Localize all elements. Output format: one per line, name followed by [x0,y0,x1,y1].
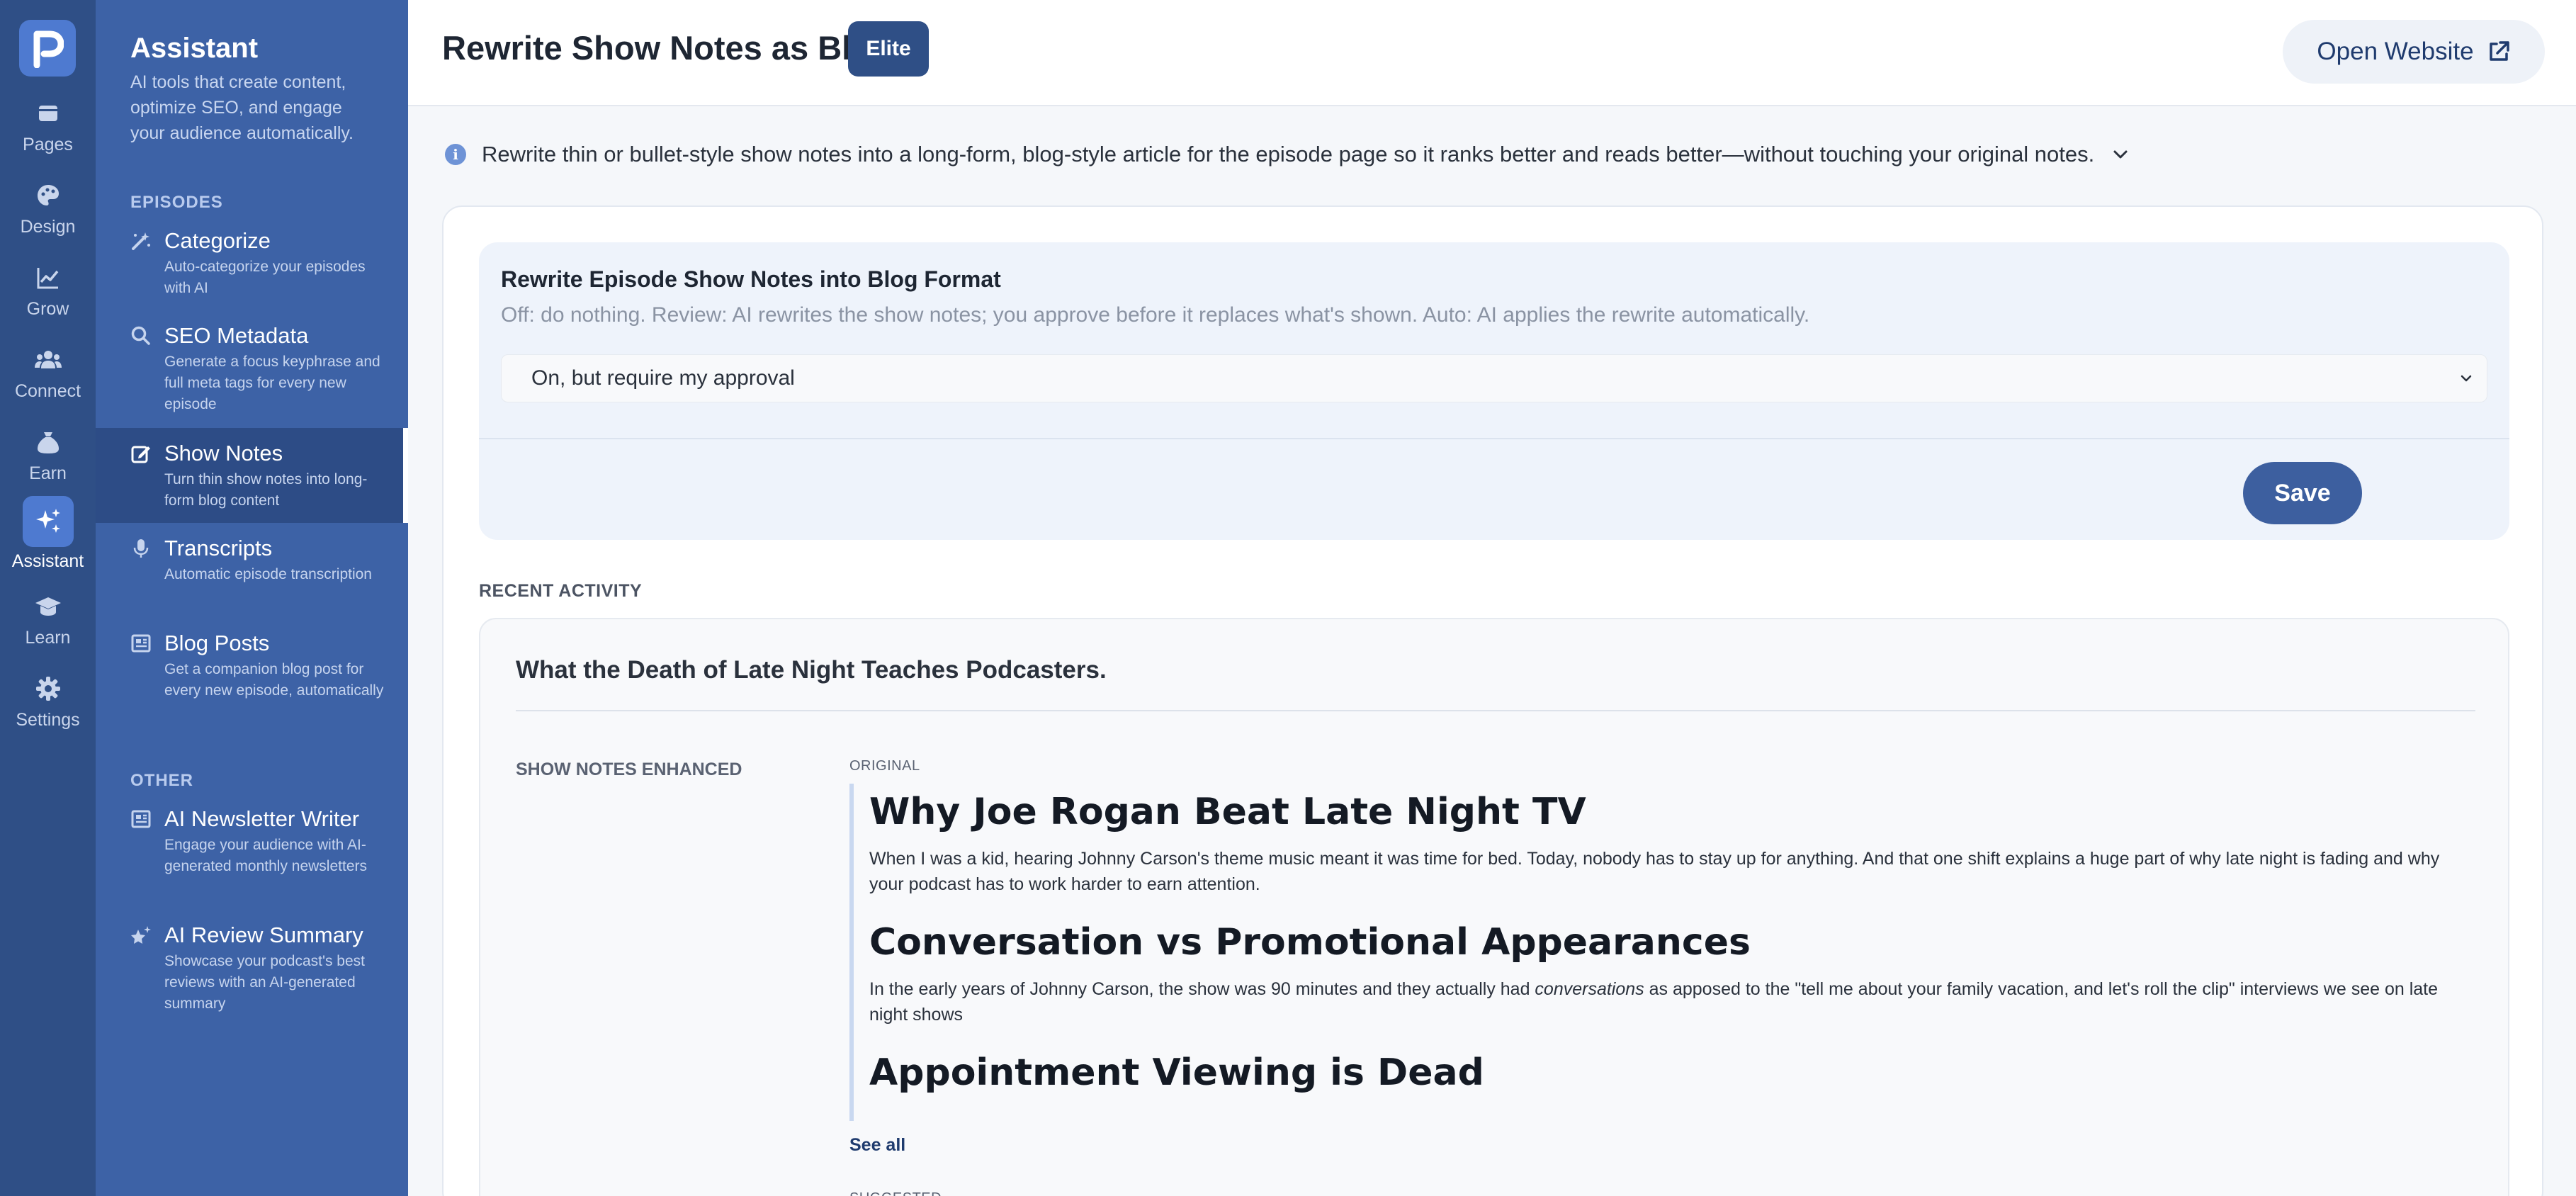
rail-label-assistant: Assistant [11,551,84,571]
rail-label-connect: Connect [14,381,81,401]
save-button[interactable]: Save [2243,462,2362,524]
rail-item-settings[interactable]: Settings [0,675,96,730]
rewrite-setting-panel: Rewrite Episode Show Notes into Blog For… [479,242,2509,540]
sidebar-item-name: Blog Posts [164,631,270,655]
sidebar-title: Assistant [130,33,259,64]
episode-title: What the Death of Late Night Teaches Pod… [516,656,1107,684]
gear-icon [35,677,60,701]
sidebar-item-sub: Generate a focus keyphrase and full meta… [164,354,380,412]
sidebar-item-name: Categorize [164,228,271,253]
original-heading-3: Appointment Viewing is Dead [869,1051,1484,1094]
rail-label-earn: Earn [29,463,67,483]
edit-icon [131,446,150,463]
sidebar-item-ai-review-summary[interactable]: AI Review Summary Showcase your podcast'… [96,921,408,1020]
sidebar-description: AI tools that create content, optimize S… [130,72,354,143]
section-heading-other: OTHER [130,771,193,790]
page-title: Rewrite Show Notes as Blog [442,29,892,67]
rewrite-mode-select[interactable]: On, but require my approval [501,354,2487,402]
sidebar-item-name: SEO Metadata [164,323,309,348]
sidebar-item-transcripts[interactable]: Transcripts Automatic episode transcript… [96,534,408,614]
newsletter-icon [131,810,151,828]
sidebar-item-sub: Turn thin show notes into long-form blog… [164,471,368,509]
chevron-down-icon[interactable] [2110,144,2131,165]
rail-item-earn[interactable]: Earn [0,428,96,484]
sidebar-item-name: AI Review Summary [164,923,363,947]
rail-label-grow: Grow [26,299,69,319]
activity-type-label: SHOW NOTES ENHANCED [516,760,742,779]
sidebar-item-blog-posts[interactable]: Blog Posts Get a companion blog post for… [96,629,408,728]
rail-item-learn[interactable]: Learn [0,592,96,648]
sidebar-item-sub: Get a companion blog post for every new … [164,661,384,699]
rewrite-mode-selected: On, but require my approval [531,366,795,390]
main-card: Rewrite Episode Show Notes into Blog For… [442,205,2543,1196]
recent-activity-label: RECENT ACTIVITY [479,581,643,601]
setting-description: Off: do nothing. Review: AI rewrites the… [501,303,1810,327]
sidebar-item-sub: Automatic episode transcription [164,566,372,582]
rail-item-assistant[interactable]: Assistant [0,496,96,572]
sidebar-item-sub: Showcase your podcast's best reviews wit… [164,953,365,1012]
setting-title: Rewrite Episode Show Notes into Blog For… [501,266,1001,292]
microphone-icon [133,539,149,558]
rail-item-connect[interactable]: Connect [0,346,96,402]
rail-item-design[interactable]: Design [0,181,96,237]
sidebar-item-name: Show Notes [164,441,283,466]
external-link-icon [2489,41,2509,61]
sidebar-item-sub: Engage your audience with AI-generated m… [164,837,367,874]
original-paragraph-1: When I was a kid, hearing Johnny Carson'… [869,849,2440,894]
users-icon [34,351,62,368]
open-website-button[interactable]: Open Website [2283,20,2545,84]
section-heading-episodes: EPISODES [130,193,223,212]
original-label: ORIGINAL [849,758,920,774]
assistant-sidebar: Assistant AI tools that create content, … [96,0,408,1196]
suggested-label: SUGGESTED [849,1190,942,1196]
rail-label-design: Design [20,217,76,237]
sidebar-item-sub: Auto-categorize your episodes with AI [164,259,366,296]
original-heading-1: Why Joe Rogan Beat Late Night TV [869,791,1586,833]
chevron-down-icon [2461,375,2472,382]
sidebar-item-seo-metadata[interactable]: SEO Metadata Generate a focus keyphrase … [96,322,408,421]
sidebar-item-show-notes[interactable]: Show Notes Turn thin show notes into lon… [96,428,408,523]
sidebar-item-name: AI Newsletter Writer [164,806,360,831]
activity-divider [516,710,2475,711]
palette-icon [37,185,59,205]
setting-divider [479,438,2509,439]
rail-item-grow[interactable]: Grow [0,264,96,320]
original-paragraph-2: In the early years of Johnny Carson, the… [869,976,2458,1027]
see-all-link[interactable]: See all [849,1135,905,1156]
sidebar-item-ai-newsletter-writer[interactable]: AI Newsletter Writer Engage your audienc… [96,805,408,904]
original-show-notes: Why Joe Rogan Beat Late Night TV When I … [849,784,2458,1121]
info-banner: i Rewrite thin or bullet-style show note… [445,142,2131,167]
info-text: Rewrite thin or bullet-style show notes … [482,142,2095,167]
sparkles-icon [35,509,60,533]
newspaper-icon [131,634,151,653]
original-heading-2: Conversation vs Promotional Appearances [869,921,1751,964]
sidebar-item-categorize[interactable]: Categorize Auto-categorize your episodes… [96,227,408,306]
rail-item-pages[interactable]: Pages [0,99,96,155]
search-icon [131,326,150,345]
app-logo[interactable] [19,20,76,77]
plan-badge: Elite [848,21,929,77]
rail-label-pages: Pages [23,135,73,154]
star-sparkle-icon [131,926,151,944]
paragraph-emphasis: conversations [1535,979,1644,999]
sidebar-item-name: Transcripts [164,536,273,560]
activity-card: What the Death of Late Night Teaches Pod… [479,618,2509,1196]
rail-label-settings: Settings [16,710,80,730]
pages-icon [38,106,57,121]
info-icon: i [445,144,466,165]
open-website-label: Open Website [2317,38,2474,65]
podpage-logo-icon [33,30,64,68]
rail-label-learn: Learn [25,628,71,648]
magic-wand-icon [132,232,150,250]
assistant-active-box [22,496,74,547]
page-header: Rewrite Show Notes as Blog Elite Open We… [408,0,2576,106]
money-bag-icon [37,432,59,453]
app-rail: Pages Design Grow Connect Earn Assistant… [0,0,96,1196]
paragraph-text-before: In the early years of Johnny Carson, the… [869,979,1535,999]
graduation-cap-icon [35,597,61,616]
chart-line-icon [37,268,58,289]
